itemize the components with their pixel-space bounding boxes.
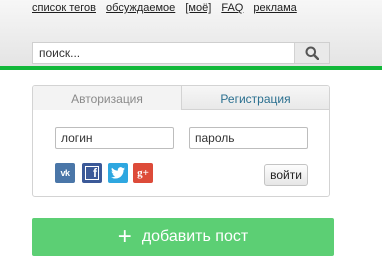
- password-field[interactable]: [189, 127, 308, 149]
- vk-icon: vk: [60, 168, 70, 178]
- twitter-login-button[interactable]: [108, 163, 128, 183]
- add-post-label: добавить пост: [141, 228, 249, 245]
- login-submit-button[interactable]: войти: [264, 164, 308, 186]
- header-bar: список тегов обсуждаемое [моё] FAQ рекла…: [0, 0, 382, 66]
- search-box: [32, 42, 330, 64]
- tab-login[interactable]: Авторизация: [33, 86, 181, 110]
- search-icon: [305, 46, 319, 60]
- nav-link-ads[interactable]: реклама: [253, 2, 296, 14]
- top-navigation: список тегов обсуждаемое [моё] FAQ рекла…: [32, 2, 304, 14]
- plus-icon: +: [117, 223, 132, 250]
- twitter-icon: [111, 167, 125, 179]
- facebook-login-button[interactable]: f: [82, 163, 102, 183]
- login-field[interactable]: [55, 127, 174, 149]
- search-input[interactable]: [33, 43, 295, 63]
- nav-link-faq[interactable]: FAQ: [221, 2, 243, 14]
- vk-login-button[interactable]: vk: [55, 163, 75, 183]
- nav-link-tag-list[interactable]: список тегов: [32, 2, 96, 14]
- nav-link-discussed[interactable]: обсуждаемое: [106, 2, 175, 14]
- search-button[interactable]: [294, 43, 329, 63]
- nav-link-mine[interactable]: [моё]: [185, 2, 211, 14]
- accent-divider: [0, 66, 382, 70]
- google-plus-icon: g+: [137, 167, 149, 179]
- google-plus-login-button[interactable]: g+: [133, 163, 153, 183]
- facebook-icon: f: [85, 166, 99, 180]
- add-post-button[interactable]: + добавить пост: [32, 218, 334, 256]
- auth-panel: Авторизация Регистрация vk f g+ войти: [32, 85, 330, 197]
- auth-tabs: Авторизация Регистрация: [33, 86, 329, 110]
- tab-register[interactable]: Регистрация: [181, 86, 329, 110]
